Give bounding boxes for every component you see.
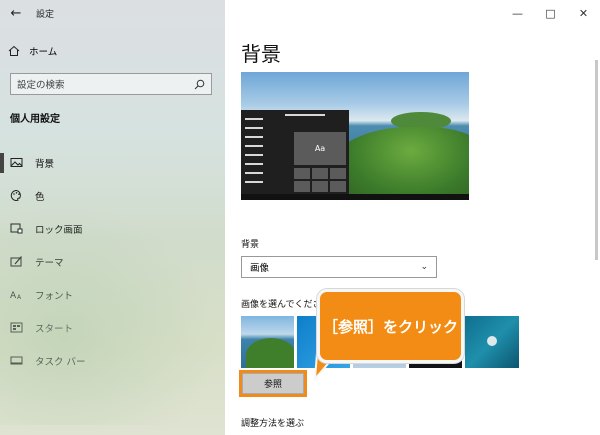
preview-tile: Aa: [294, 132, 346, 165]
sidebar-item-taskbar[interactable]: タスク バー: [0, 344, 225, 377]
chevron-down-icon: ⌄: [420, 262, 428, 272]
brush-icon: [10, 255, 23, 268]
sidebar-item-start[interactable]: スタート: [0, 311, 225, 344]
sidebar-item-label: フォント: [35, 290, 74, 302]
background-select[interactable]: 画像 ⌄: [241, 256, 437, 278]
sidebar: ← 設定 ホーム 設定の検索 個人用設定 背景 色 ロック画面 テーマ A A …: [0, 0, 225, 435]
background-label: 背景: [241, 240, 260, 250]
scrollbar[interactable]: [595, 60, 598, 260]
close-icon[interactable]: ✕: [567, 0, 600, 26]
taskbar-icon: [10, 354, 23, 367]
image-thumbnail[interactable]: [465, 316, 519, 368]
home-link[interactable]: ホーム: [8, 42, 57, 60]
sidebar-item-label: 背景: [35, 158, 55, 170]
sidebar-item-label: 色: [35, 191, 45, 203]
sidebar-item-label: テーマ: [35, 257, 64, 269]
window-controls: — □ ✕: [501, 0, 600, 26]
back-arrow-icon: ←: [10, 5, 22, 21]
home-label: ホーム: [29, 47, 58, 58]
browse-button[interactable]: 参照: [239, 370, 307, 397]
page-title: 背景: [241, 42, 281, 66]
sidebar-item-label: ロック画面: [35, 224, 83, 236]
back-button[interactable]: ←: [0, 0, 32, 26]
lock-screen-icon: [10, 222, 23, 235]
section-title: 個人用設定: [10, 114, 60, 125]
start-icon: [10, 321, 23, 334]
sidebar-item-label: スタート: [35, 323, 74, 335]
maximize-icon[interactable]: □: [534, 0, 567, 26]
main-content: — □ ✕ 背景 Aa 背景 画像 ⌄ 画像を選んでください 参照 調整方法を選…: [225, 0, 600, 435]
search-icon: [194, 79, 205, 90]
instruction-callout: ［参照］をクリック: [317, 289, 464, 363]
image-thumbnail[interactable]: [241, 316, 294, 368]
picture-icon: [10, 156, 23, 169]
palette-icon: [10, 189, 23, 202]
callout-text: ［参照］をクリック: [322, 317, 458, 336]
start-menu-preview: Aa: [241, 110, 349, 194]
sidebar-item-font[interactable]: AA フォント: [0, 278, 225, 311]
svg-text:A: A: [10, 291, 17, 301]
sidebar-item-label: タスク バー: [35, 356, 86, 368]
sidebar-item-background[interactable]: 背景: [0, 146, 225, 179]
app-title: 設定: [36, 9, 55, 20]
svg-text:A: A: [17, 294, 22, 301]
background-preview: Aa: [241, 72, 469, 200]
sidebar-item-lock-screen[interactable]: ロック画面: [0, 212, 225, 245]
search-input[interactable]: 設定の検索: [17, 77, 194, 91]
title-bar: ← 設定: [0, 0, 225, 26]
home-icon: [8, 45, 20, 56]
sidebar-nav: 背景 色 ロック画面 テーマ AA フォント スタート タスク バー: [0, 146, 225, 377]
sidebar-item-theme[interactable]: テーマ: [0, 245, 225, 278]
minimize-icon[interactable]: —: [501, 0, 534, 26]
search-box[interactable]: 設定の検索: [10, 73, 212, 95]
background-select-value: 画像: [250, 263, 270, 274]
sidebar-item-color[interactable]: 色: [0, 179, 225, 212]
font-icon: AA: [10, 288, 23, 301]
fit-label: 調整方法を選ぶ: [241, 419, 305, 429]
